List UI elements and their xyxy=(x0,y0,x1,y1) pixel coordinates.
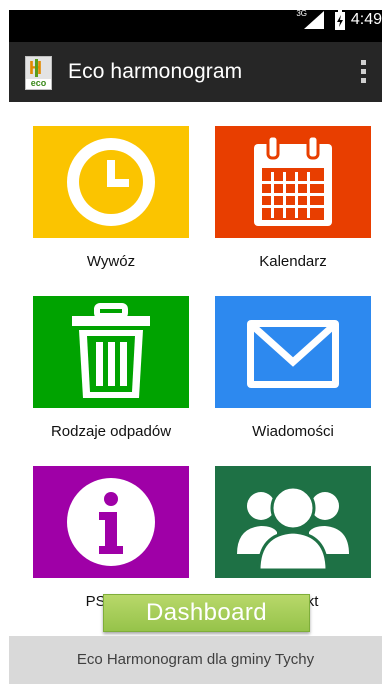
tile-label-kalendarz: Kalendarz xyxy=(259,253,327,270)
calendar-icon xyxy=(254,134,332,226)
footer-text: Eco Harmonogram dla gminy Tychy xyxy=(9,636,382,684)
app-bar: H eco Eco harmonogram xyxy=(9,42,382,102)
signal-icon xyxy=(304,11,324,29)
tile-label-wywoz: Wywóz xyxy=(86,253,136,270)
tile-kalendarz[interactable] xyxy=(215,126,371,238)
trash-icon xyxy=(72,303,150,398)
app-logo: H eco xyxy=(25,56,52,90)
clock: 4:49 xyxy=(350,11,382,28)
tile-rodzaje-odpadow[interactable] xyxy=(33,296,189,408)
tile-kontakt[interactable] xyxy=(215,466,371,578)
app-title: Eco harmonogram xyxy=(68,60,243,83)
tile-wiadomosci[interactable] xyxy=(215,296,371,408)
info-icon xyxy=(67,478,155,566)
dashboard-toast: Dashboard xyxy=(103,594,310,632)
tile-pszok[interactable] xyxy=(33,466,189,578)
battery-icon xyxy=(335,10,345,30)
more-vert-icon[interactable] xyxy=(358,60,368,86)
mail-icon xyxy=(247,320,339,388)
tile-wywoz[interactable] xyxy=(33,126,189,238)
tile-label-wiadomosci: Wiadomości xyxy=(252,423,334,440)
logo-text: eco xyxy=(30,78,47,88)
group-icon xyxy=(237,485,349,572)
status-bar: 3G 4:49 xyxy=(9,9,382,42)
clock-icon xyxy=(67,138,155,226)
tile-label-rodzaje-odpadow: Rodzaje odpadów xyxy=(50,423,172,440)
